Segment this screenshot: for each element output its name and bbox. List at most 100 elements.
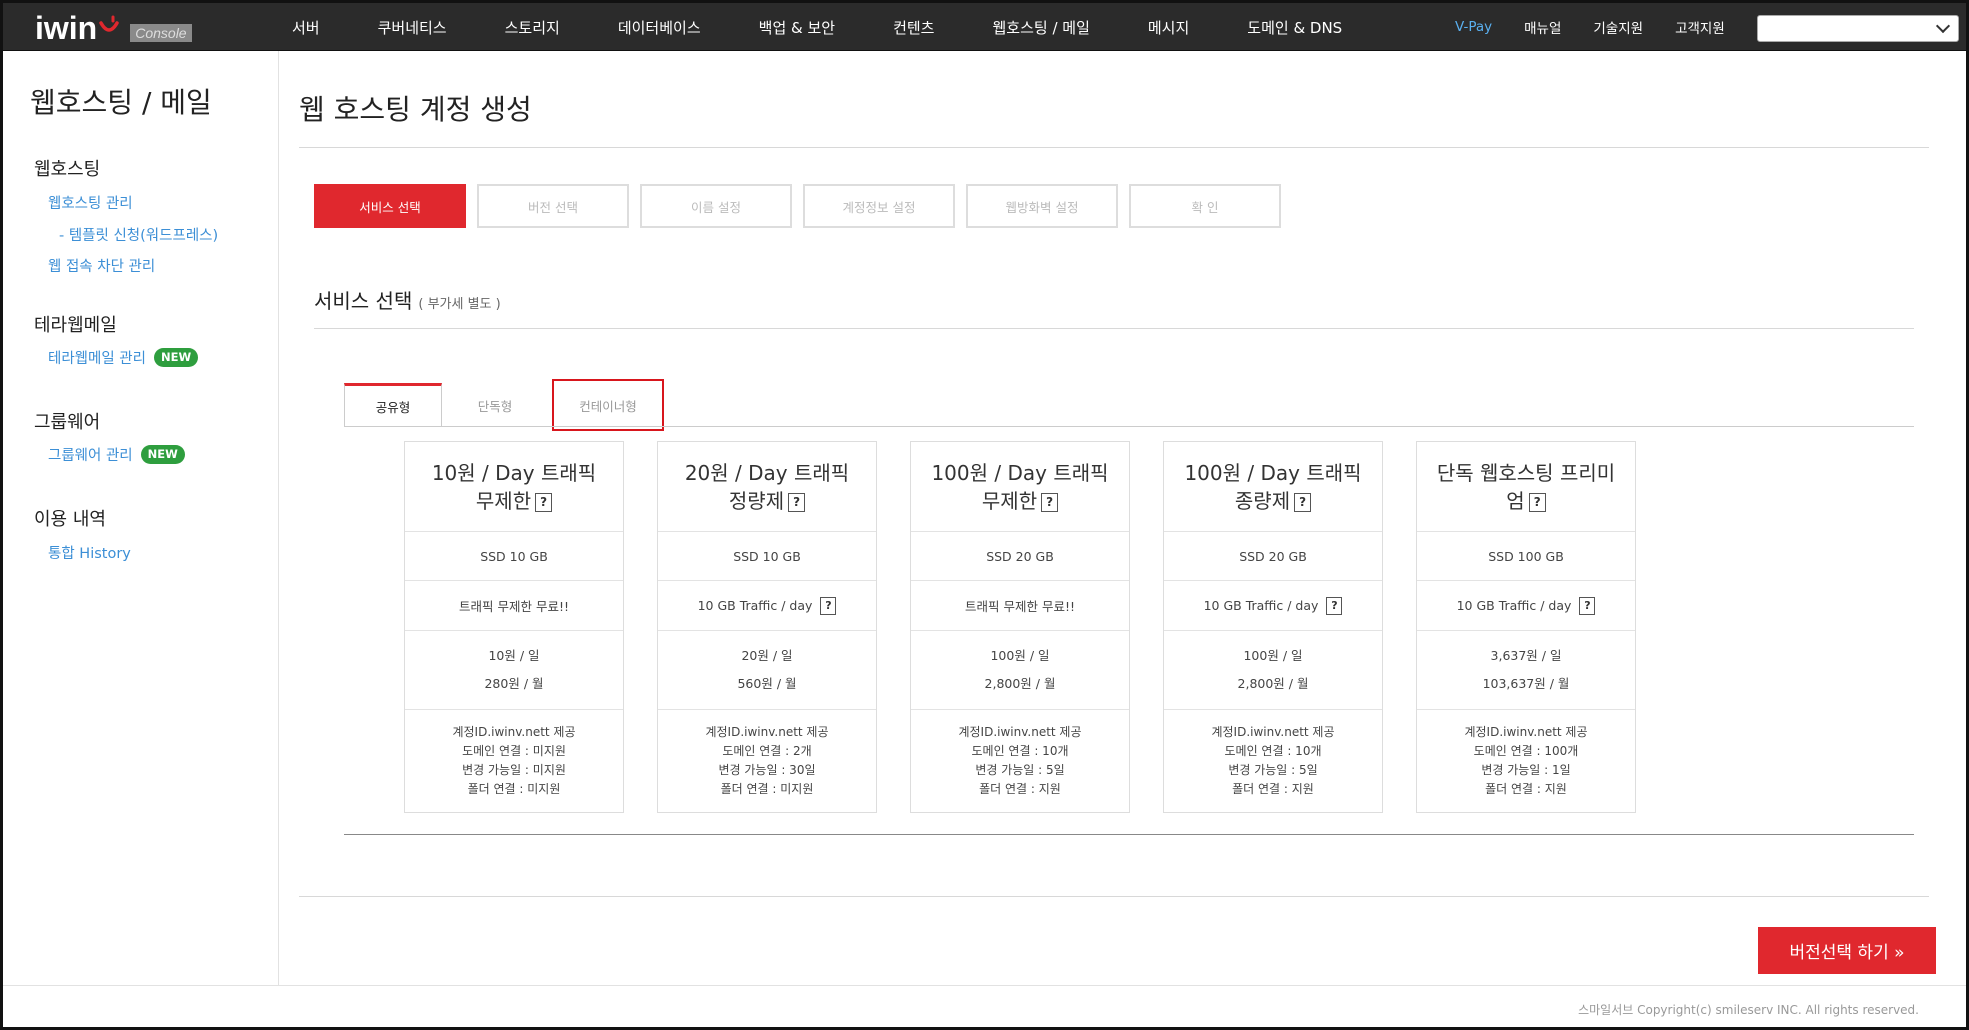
plan-card[interactable]: 100원 / Day 트래픽 종량제? SSD 20 GB 10 GB Traf…	[1163, 441, 1383, 813]
plan-name-text: 100원 / Day 트래픽 무제한	[931, 460, 1109, 513]
plan-name-text: 20원 / Day 트래픽 정량제	[684, 460, 850, 513]
plan-price-month: 560원 / 월	[737, 676, 797, 691]
menu-manual[interactable]: 매뉴얼	[1524, 17, 1561, 37]
tab-container[interactable]: 컨테이너형	[552, 379, 664, 431]
plan-traffic: 트래픽 무제한 무료!!	[405, 581, 623, 631]
logo[interactable]: iwin Console	[35, 11, 192, 45]
menu-domain-dns[interactable]: 도메인 & DNS	[1218, 17, 1371, 38]
plan-info-line: 계정ID.iwinv.nett 제공	[958, 725, 1082, 739]
menu-contents[interactable]: 컨텐츠	[864, 17, 963, 38]
menu-backup-security[interactable]: 백업 & 보안	[730, 17, 864, 38]
plan-storage: SSD 10 GB	[658, 532, 876, 581]
sidebar-group-usage: 이용 내역	[34, 509, 106, 530]
plan-card[interactable]: 10원 / Day 트래픽 무제한? SSD 10 GB 트래픽 무제한 무료!…	[404, 441, 624, 813]
help-icon[interactable]: ?	[1326, 596, 1343, 615]
plan-traffic-text: 10 GB Traffic / day	[697, 598, 813, 613]
plan-card[interactable]: 100원 / Day 트래픽 무제한? SSD 20 GB 트래픽 무제한 무료…	[910, 441, 1130, 813]
sidebar-link-terawebmail-manage[interactable]: 테라웹메일 관리 NEW	[48, 347, 199, 368]
menu-database[interactable]: 데이터베이스	[589, 17, 730, 38]
plan-info-line: 도메인 연결 : 10개	[971, 744, 1069, 758]
plan-name: 100원 / Day 트래픽 무제한?	[911, 442, 1129, 532]
menu-webhosting-mail[interactable]: 웹호스팅 / 메일	[963, 17, 1118, 38]
logo-text: iwin	[35, 10, 98, 46]
sidebar-link-groupware-manage[interactable]: 그룹웨어 관리 NEW	[48, 444, 185, 465]
plan-card[interactable]: 20원 / Day 트래픽 정량제? SSD 10 GB 10 GB Traff…	[657, 441, 877, 813]
plan-traffic-text: 10 GB Traffic / day	[1203, 598, 1319, 613]
step-service-select: 서비스 선택	[314, 184, 466, 228]
cards-bottom-divider	[344, 834, 1914, 835]
plan-storage: SSD 100 GB	[1417, 532, 1635, 581]
account-select[interactable]	[1757, 15, 1959, 42]
plan-info-line: 도메인 연결 : 10개	[1224, 744, 1322, 758]
sidebar-link-web-block[interactable]: 웹 접속 차단 관리	[48, 255, 155, 276]
menu-kubernetes[interactable]: 쿠버네티스	[349, 17, 476, 38]
help-icon[interactable]: ?	[535, 492, 553, 512]
tab-shared[interactable]: 공유형	[344, 383, 442, 427]
plan-price-day: 10원 / 일	[488, 648, 540, 663]
menu-customer-support[interactable]: 고객지원	[1675, 17, 1725, 37]
plan-name: 100원 / Day 트래픽 종량제?	[1164, 442, 1382, 532]
help-icon[interactable]: ?	[820, 596, 837, 615]
plan-info-line: 계정ID.iwinv.nett 제공	[705, 725, 829, 739]
plan-info-line: 변경 가능일 : 30일	[718, 763, 816, 777]
sidebar-group-groupware: 그룹웨어	[34, 412, 101, 433]
plan-name: 20원 / Day 트래픽 정량제?	[658, 442, 876, 532]
plan-price-day: 100원 / 일	[1243, 648, 1303, 663]
step-version-select: 버전 선택	[477, 184, 629, 228]
plan-price: 20원 / 일 560원 / 월	[658, 631, 876, 710]
plan-cards: 10원 / Day 트래픽 무제한? SSD 10 GB 트래픽 무제한 무료!…	[404, 441, 1669, 813]
plan-card[interactable]: 단독 웹호스팅 프리미엄? SSD 100 GB 10 GB Traffic /…	[1416, 441, 1636, 813]
sidebar-group-terawebmail: 테라웹메일	[34, 315, 117, 336]
menu-storage[interactable]: 스토리지	[476, 17, 589, 38]
chevron-down-icon	[1935, 18, 1951, 34]
sidebar-link-history[interactable]: 통합 History	[48, 542, 131, 563]
plan-price: 100원 / 일 2,800원 / 월	[911, 631, 1129, 710]
tab-dedicated[interactable]: 단독형	[446, 383, 544, 427]
plan-traffic-text: 트래픽 무제한 무료!!	[459, 599, 569, 614]
plan-info-line: 계정ID.iwinv.nett 제공	[452, 725, 576, 739]
top-navigation-bar: iwin Console 서버 쿠버네티스 스토리지 데이터베이스 백업 & 보…	[0, 0, 1969, 51]
plan-storage: SSD 10 GB	[405, 532, 623, 581]
sidebar-link-label: 테라웹메일 관리	[48, 351, 146, 367]
smile-logo-icon	[99, 15, 119, 32]
sidebar-link-template-wordpress[interactable]: - 템플릿 신청(워드프레스)	[59, 224, 218, 245]
plan-traffic-text: 트래픽 무제한 무료!!	[965, 599, 1075, 614]
plan-info-line: 폴더 연결 : 미지원	[720, 782, 814, 796]
plan-info: 계정ID.iwinv.nett 제공 도메인 연결 : 미지원 변경 가능일 :…	[405, 710, 623, 812]
section-title-text: 서비스 선택	[314, 289, 413, 313]
help-icon[interactable]: ?	[788, 492, 806, 512]
plan-name: 단독 웹호스팅 프리미엄?	[1417, 442, 1635, 532]
plan-info-line: 도메인 연결 : 미지원	[462, 744, 566, 758]
plan-price-month: 103,637원 / 월	[1482, 676, 1570, 691]
help-icon[interactable]: ?	[1294, 492, 1312, 512]
plan-info-line: 변경 가능일 : 미지원	[462, 763, 566, 777]
section-title-note: ( 부가세 별도 )	[418, 297, 501, 312]
menu-tech-support[interactable]: 기술지원	[1593, 17, 1643, 37]
utility-menu: V-Pay 매뉴얼 기술지원 고객지원	[1455, 3, 1757, 51]
help-icon[interactable]: ?	[1041, 492, 1059, 512]
plan-info: 계정ID.iwinv.nett 제공 도메인 연결 : 10개 변경 가능일 :…	[911, 710, 1129, 812]
plan-price-day: 3,637원 / 일	[1490, 648, 1562, 663]
menu-message[interactable]: 메시지	[1119, 17, 1218, 38]
plan-info-line: 폴더 연결 : 지원	[1485, 782, 1567, 796]
help-icon[interactable]: ?	[1528, 492, 1546, 512]
plan-info-line: 변경 가능일 : 1일	[1481, 763, 1571, 777]
sidebar-link-webhosting-manage[interactable]: 웹호스팅 관리	[48, 192, 133, 213]
page-title: 웹 호스팅 계정 생성	[299, 93, 532, 126]
next-version-select-button[interactable]: 버전선택 하기 »	[1758, 927, 1936, 974]
tab-underline	[344, 426, 1914, 427]
help-icon[interactable]: ?	[1579, 596, 1596, 615]
plan-name-text: 단독 웹호스팅 프리미엄	[1436, 460, 1616, 513]
menu-server[interactable]: 서버	[263, 17, 349, 38]
plan-name: 10원 / Day 트래픽 무제한?	[405, 442, 623, 532]
plan-info-line: 폴더 연결 : 미지원	[467, 782, 561, 796]
plan-traffic: 10 GB Traffic / day?	[1417, 581, 1635, 631]
plan-price: 100원 / 일 2,800원 / 월	[1164, 631, 1382, 710]
step-name-setting: 이름 설정	[640, 184, 792, 228]
menu-vpay[interactable]: V-Pay	[1455, 19, 1492, 35]
step-account-setting: 계정정보 설정	[803, 184, 955, 228]
sidebar-link-label: 그룹웨어 관리	[48, 448, 133, 464]
plan-name-text: 100원 / Day 트래픽 종량제	[1184, 460, 1362, 513]
sidebar: 웹호스팅 / 메일 웹호스팅 웹호스팅 관리 - 템플릿 신청(워드프레스) 웹…	[3, 51, 279, 985]
plan-price-month: 280원 / 월	[484, 676, 544, 691]
